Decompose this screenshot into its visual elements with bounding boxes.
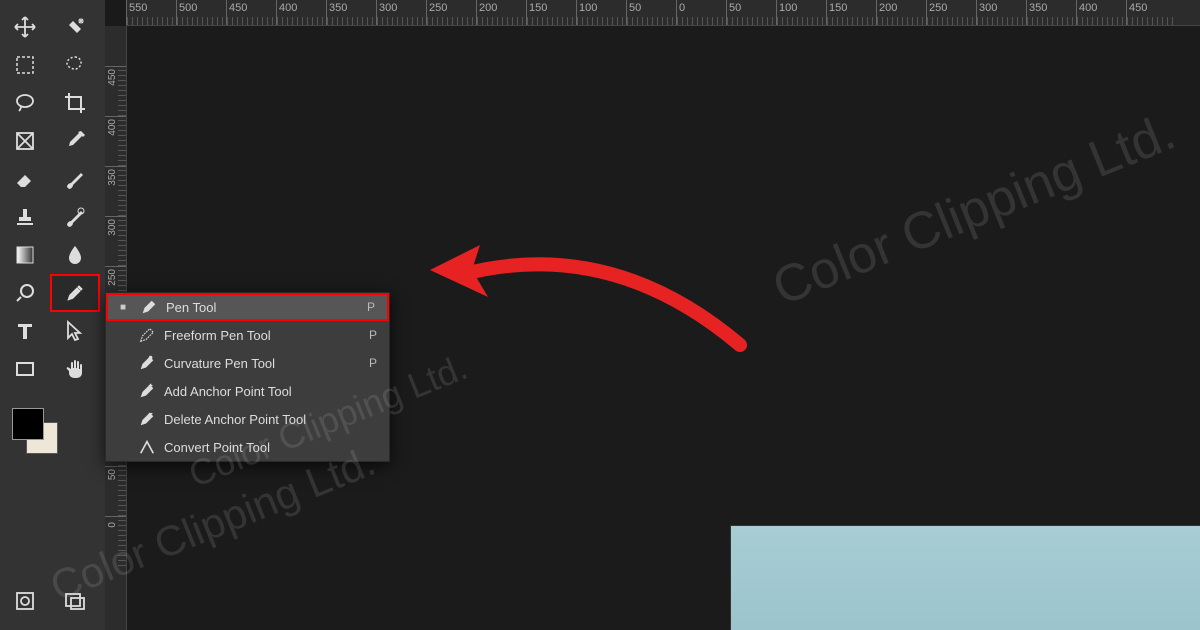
flyout-item-add-anchor-point-tool[interactable]: Add Anchor Point Tool (106, 377, 389, 405)
canvas-image[interactable] (730, 525, 1200, 630)
color-swatches[interactable] (12, 408, 62, 458)
marquee-tool[interactable] (0, 46, 50, 84)
pen-icon (138, 298, 160, 316)
flyout-shortcut: P (369, 356, 377, 370)
selected-indicator: ■ (120, 302, 130, 313)
flyout-label: Curvature Pen Tool (158, 356, 369, 371)
path-select-tool[interactable] (50, 312, 100, 350)
flyout-item-pen-tool[interactable]: ■ Pen ToolP (106, 293, 389, 321)
dodge-tool[interactable] (0, 274, 50, 312)
flyout-item-convert-point-tool[interactable]: Convert Point Tool (106, 433, 389, 461)
flyout-item-curvature-pen-tool[interactable]: Curvature Pen ToolP (106, 349, 389, 377)
heal-tool[interactable] (50, 8, 100, 46)
flyout-shortcut: P (369, 328, 377, 342)
flyout-label: Pen Tool (160, 300, 367, 315)
move-tool[interactable] (0, 8, 50, 46)
pen-icon (136, 354, 158, 372)
tools-panel (0, 0, 105, 630)
pen-tool-flyout: ■Pen ToolPFreeform Pen ToolPCurvature Pe… (105, 292, 390, 462)
brush-tool[interactable] (50, 160, 100, 198)
history-brush-tool[interactable] (50, 198, 100, 236)
frame-tool[interactable] (0, 122, 50, 160)
pen-icon (136, 410, 158, 428)
eyedropper-tool[interactable] (50, 122, 100, 160)
pen-icon (136, 326, 158, 344)
lasso-tool[interactable] (0, 84, 50, 122)
flyout-label: Freeform Pen Tool (158, 328, 369, 343)
flyout-label: Add Anchor Point Tool (158, 384, 377, 399)
rectangle-tool[interactable] (0, 350, 50, 388)
flyout-label: Convert Point Tool (158, 440, 377, 455)
ruler-horizontal: 5505004504003503002502001501005005010015… (126, 0, 1200, 26)
flyout-item-freeform-pen-tool[interactable]: Freeform Pen ToolP (106, 321, 389, 349)
hand-tool[interactable] (50, 350, 100, 388)
flyout-shortcut: P (367, 300, 375, 314)
flyout-item-delete-anchor-point-tool[interactable]: Delete Anchor Point Tool (106, 405, 389, 433)
flyout-label: Delete Anchor Point Tool (158, 412, 377, 427)
crop-tool[interactable] (50, 84, 100, 122)
gradient-tool[interactable] (0, 236, 50, 274)
text-tool[interactable] (0, 312, 50, 350)
quick-mask-tool[interactable] (0, 582, 50, 620)
screen-mode-tool[interactable] (50, 582, 100, 620)
pen-icon (136, 438, 158, 456)
blur-tool[interactable] (50, 236, 100, 274)
eraser-tool[interactable] (0, 160, 50, 198)
pen-icon (136, 382, 158, 400)
foreground-color[interactable] (12, 408, 44, 440)
stamp-tool[interactable] (0, 198, 50, 236)
pen-tool[interactable] (50, 274, 100, 312)
magic-wand-tool[interactable] (50, 46, 100, 84)
